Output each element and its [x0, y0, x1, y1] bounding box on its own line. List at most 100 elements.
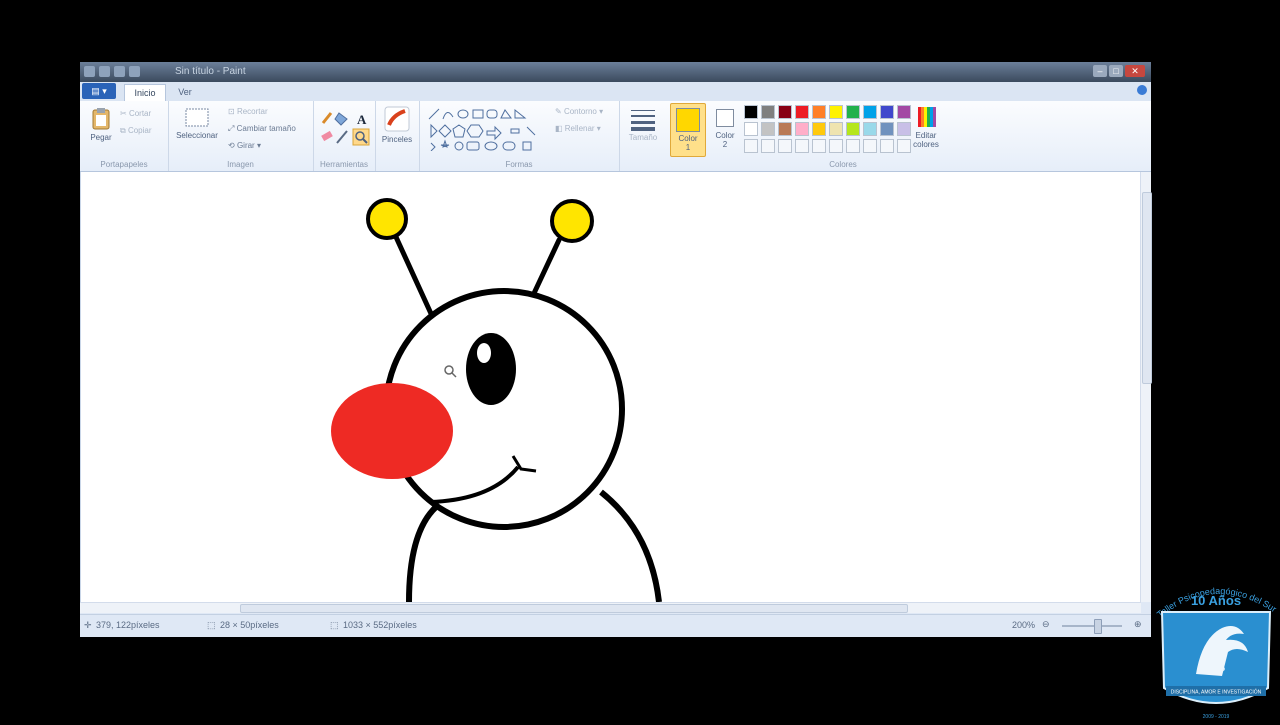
palette-custom-slot[interactable]: [761, 139, 775, 153]
logo-years: 10 Años: [1191, 593, 1241, 608]
palette-swatch[interactable]: [863, 122, 877, 136]
line-size-icon: [631, 110, 655, 131]
color-wheel-icon: [918, 107, 936, 127]
cut-button[interactable]: ✂ Cortar: [120, 109, 151, 118]
crop-label: Recortar: [236, 107, 268, 116]
close-button[interactable]: ✕: [1125, 65, 1145, 77]
palette-swatch[interactable]: [761, 105, 775, 119]
zoom-slider[interactable]: [1062, 625, 1122, 627]
edit-colors-button[interactable]: Editar colores: [908, 105, 944, 149]
clipboard-group: Pegar ✂ Cortar ⧉ Copiar Portapapeles: [80, 101, 169, 171]
color1-button[interactable]: Color 1: [670, 103, 706, 157]
brushes-button[interactable]: Pinceles: [379, 105, 415, 144]
palette-custom-slot[interactable]: [829, 139, 843, 153]
palette-swatch[interactable]: [846, 105, 860, 119]
color2-label: Color 2: [715, 131, 735, 149]
save-icon[interactable]: [99, 66, 110, 77]
edit-colors-label: Editar colores: [913, 131, 939, 149]
palette-swatch[interactable]: [829, 105, 843, 119]
copy-button[interactable]: ⧉ Copiar: [120, 126, 152, 136]
right-antenna-ball: [550, 199, 594, 243]
palette-swatch[interactable]: [761, 122, 775, 136]
title-bar: Sin título - Paint – □ ✕: [80, 62, 1151, 82]
palette-swatch[interactable]: [744, 105, 758, 119]
rotate-button[interactable]: ⟲ Girar ▾: [228, 141, 261, 150]
body-left-line: [406, 504, 439, 603]
select-button[interactable]: Seleccionar: [172, 107, 222, 140]
zoom-in-icon[interactable]: ⊕: [1134, 619, 1142, 630]
palette-custom-slot[interactable]: [846, 139, 860, 153]
shapes-gallery[interactable]: [427, 107, 549, 151]
tab-ver[interactable]: Ver: [170, 84, 200, 101]
palette-swatch[interactable]: [829, 122, 843, 136]
paint-app-icon: [84, 66, 95, 77]
copy-label: Copiar: [127, 126, 152, 135]
cursor-position-icon: ✛: [84, 620, 92, 630]
resize-button[interactable]: ⤢ Cambiar tamaño: [228, 124, 296, 134]
quick-access-toolbar: [84, 66, 140, 77]
resize-label: Cambiar tamaño: [236, 124, 296, 133]
palette-swatch[interactable]: [812, 122, 826, 136]
palette-swatch[interactable]: [795, 105, 809, 119]
paste-label: Pegar: [90, 133, 112, 142]
vertical-scroll-thumb[interactable]: [1142, 192, 1152, 384]
fill-button[interactable]: ◧ Rellenar ▾: [555, 124, 601, 133]
palette-swatch[interactable]: [778, 122, 792, 136]
vertical-scrollbar[interactable]: [1140, 172, 1152, 602]
file-menu-button[interactable]: ▤ ▾: [82, 83, 116, 99]
palette-swatch[interactable]: [863, 105, 877, 119]
magnifier-icon: [352, 128, 370, 146]
status-bar: ✛ 379, 122píxeles ⬚ 28 × 50píxeles ⬚ 103…: [80, 614, 1151, 637]
pencil-icon: [321, 112, 333, 124]
palette-swatch[interactable]: [880, 105, 894, 119]
fill-bucket-icon: [334, 112, 348, 126]
paste-button[interactable]: Pegar: [86, 107, 116, 142]
brushes-label: Pinceles: [381, 135, 413, 144]
redo-icon[interactable]: [129, 66, 140, 77]
horizontal-scrollbar[interactable]: [80, 602, 1141, 613]
cursor-position: 379, 122píxeles: [96, 620, 160, 630]
select-icon: [185, 108, 209, 127]
text-icon: A: [357, 112, 367, 127]
tab-inicio[interactable]: Inicio: [124, 84, 166, 102]
color1-label: Color 1: [678, 134, 698, 152]
palette-custom-slot[interactable]: [812, 139, 826, 153]
help-icon[interactable]: [1137, 85, 1147, 95]
eye-highlight: [477, 343, 491, 363]
palette-custom-slot[interactable]: [863, 139, 877, 153]
palette-swatch[interactable]: [795, 122, 809, 136]
color2-button[interactable]: Color 2: [708, 103, 742, 149]
watermark-logo: Taller Psicopedagógico del Sur 10 Años T…: [1152, 578, 1280, 720]
palette-custom-slot[interactable]: [880, 139, 894, 153]
crop-button[interactable]: ⊡ Recortar: [228, 107, 268, 116]
canvas-area: [80, 172, 1141, 603]
left-antenna-stalk: [393, 234, 436, 321]
palette-swatch[interactable]: [846, 122, 860, 136]
palette-custom-slot[interactable]: [778, 139, 792, 153]
image-group-label: Imagen: [227, 160, 254, 169]
horizontal-scroll-thumb[interactable]: [240, 604, 908, 613]
zoom-slider-thumb[interactable]: [1094, 619, 1102, 634]
maximize-button[interactable]: □: [1109, 65, 1123, 77]
undo-icon[interactable]: [114, 66, 125, 77]
palette-custom-slot[interactable]: [744, 139, 758, 153]
palette-swatch[interactable]: [812, 105, 826, 119]
zoom-out-icon[interactable]: ⊖: [1042, 619, 1050, 630]
brushes-group: Pinceles: [375, 101, 420, 171]
eraser-icon: [321, 130, 333, 142]
size-button[interactable]: Tamaño: [625, 107, 661, 142]
logo-dates: 2009 - 2019: [1203, 714, 1230, 720]
image-group: Seleccionar ⊡ Recortar ⤢ Cambiar tamaño …: [168, 101, 314, 171]
size-group: Tamaño: [619, 101, 667, 171]
outline-button[interactable]: ✎ Contorno ▾: [555, 107, 603, 116]
color1-swatch: [676, 108, 700, 132]
palette-swatch[interactable]: [744, 122, 758, 136]
palette-swatch[interactable]: [778, 105, 792, 119]
left-antenna-ball: [366, 198, 408, 240]
color2-swatch: [716, 109, 734, 127]
palette-swatch[interactable]: [880, 122, 894, 136]
minimize-button[interactable]: –: [1093, 65, 1107, 77]
palette-custom-slot[interactable]: [795, 139, 809, 153]
drawing-canvas[interactable]: [81, 172, 1140, 603]
rotate-label: Girar ▾: [236, 141, 261, 150]
